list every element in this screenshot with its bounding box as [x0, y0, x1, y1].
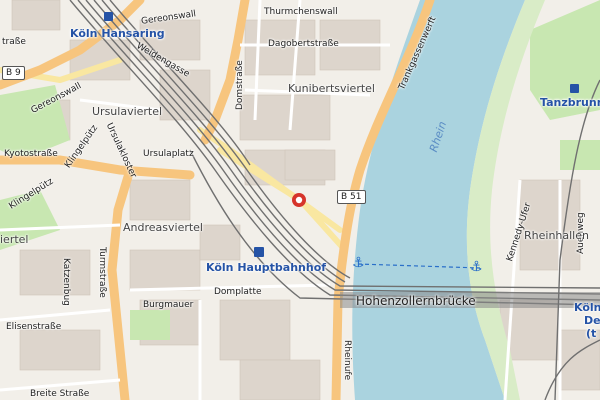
train-station-icon[interactable]	[570, 84, 579, 93]
street-label-kyotostrasse: Kyotostraße	[4, 149, 58, 159]
bridge-label-hohenzollernbruecke: Hohenzollernbrücke	[356, 294, 476, 308]
district-label-viertel-left: iertel	[0, 233, 29, 246]
road-shield-b9: B 9	[2, 66, 25, 80]
street-label-dagobertstrasse: Dagobertstraße	[268, 39, 339, 49]
street-label-burgmauer: Burgmauer	[143, 300, 194, 310]
poi-label-tanzbrunnen[interactable]: Tanzbrunn	[540, 97, 600, 108]
district-label-andreasviertel: Andreasviertel	[123, 221, 203, 234]
street-label-domplatte: Domplatte	[214, 287, 262, 297]
street-label-domstrasse: Domstraße	[235, 60, 245, 110]
street-label-elisenstrasse: Elisenstraße	[6, 322, 62, 332]
street-label-strasse-topleft: traße	[2, 37, 26, 47]
street-label-katzenbug: Katzenbug	[61, 258, 71, 306]
station-label-hauptbahnhof[interactable]: Köln Hauptbahnhof	[206, 262, 326, 273]
street-label-turmstrasse: Turmstraße	[97, 247, 107, 298]
station-label-hansaring[interactable]: Köln Hansaring	[70, 28, 165, 39]
station-label-koeln-partial[interactable]: Köln	[574, 302, 600, 313]
anchor-icon: ⚓	[352, 255, 365, 271]
location-marker-icon[interactable]	[290, 191, 308, 209]
street-label-ursulaplatz: Ursulaplatz	[143, 149, 194, 159]
district-label-ursulaviertel: Ursulaviertel	[92, 105, 163, 118]
street-label-thurmchenswall: Thurmchenswall	[264, 7, 338, 17]
road-shield-b51: B 51	[337, 190, 366, 204]
train-station-icon[interactable]	[104, 12, 113, 21]
location-marker-svg	[292, 193, 306, 207]
train-station-icon[interactable]	[254, 247, 264, 257]
street-label-breite-strasse: Breite Straße	[30, 389, 90, 399]
station-label-de-partial[interactable]: De	[584, 315, 600, 326]
map-view[interactable]: Thurmchenswall Gereonswall Weidengasse D…	[0, 0, 600, 400]
station-label-t-partial[interactable]: (t	[586, 328, 596, 339]
district-label-kunibertsviertel: Kunibertsviertel	[288, 82, 375, 95]
district-label-rheinhallen: Rheinhallen	[524, 229, 589, 242]
street-label-rheinufer: Rheinufe	[342, 340, 352, 381]
anchor-icon: ⚓	[470, 259, 483, 275]
